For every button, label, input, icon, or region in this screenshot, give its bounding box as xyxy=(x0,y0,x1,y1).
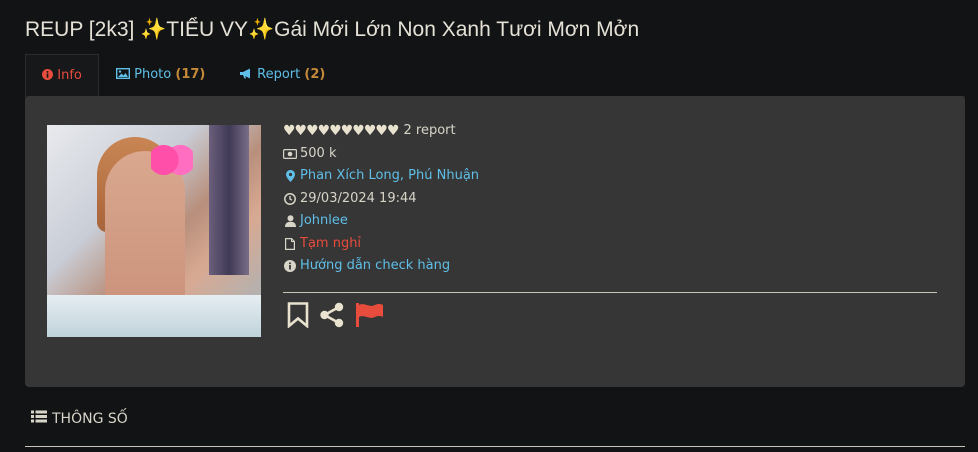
status-row: Tạm nghỉ xyxy=(283,233,937,256)
datetime-row: 29/03/2024 19:44 xyxy=(283,188,937,211)
check-guide-link[interactable]: Hướng dẫn check hàng xyxy=(300,255,450,278)
author-row: Johnlee xyxy=(283,210,937,233)
money-icon xyxy=(283,148,297,159)
listing-photo[interactable] xyxy=(47,125,261,337)
map-marker-icon xyxy=(283,170,297,183)
heart-rating: ♥♥♥♥♥♥♥♥♥♥ xyxy=(283,123,400,139)
tab-photo-label: Photo xyxy=(134,67,172,82)
tab-report-label: Report xyxy=(257,67,301,82)
list-icon xyxy=(31,410,47,427)
tab-photo-count: (17) xyxy=(175,67,206,82)
specs-section-title: THÔNG SỐ xyxy=(52,410,128,427)
specs-section-header: THÔNG SỐ xyxy=(31,410,128,427)
location-link[interactable]: Phan Xích Long, Phú Nhuận xyxy=(300,165,479,188)
tab-photo[interactable]: Photo (17) xyxy=(115,54,206,96)
tab-report-count: (2) xyxy=(304,67,326,82)
action-bar xyxy=(287,302,385,328)
bullhorn-icon xyxy=(239,67,257,82)
section-divider xyxy=(25,446,965,447)
page-title: REUP [2k3] ✨TIỂU VY✨Gái Mới Lớn Non Xanh… xyxy=(25,18,640,41)
status-value: Tạm nghỉ xyxy=(300,235,362,251)
photo-bathtub xyxy=(47,295,261,337)
guide-row: Hướng dẫn check hàng xyxy=(283,255,937,278)
report-count: 2 report xyxy=(403,123,456,138)
info-circle-icon xyxy=(42,68,57,83)
details-divider xyxy=(283,292,937,293)
listing-card: ♥♥♥♥♥♥♥♥♥♥ 2 report 500 k Phan Xích Long… xyxy=(25,96,965,387)
author-link[interactable]: Johnlee xyxy=(300,210,348,233)
price-row: 500 k xyxy=(283,143,937,166)
report-flag-icon[interactable] xyxy=(355,302,385,328)
image-icon xyxy=(115,67,134,82)
location-row: Phan Xích Long, Phú Nhuận xyxy=(283,165,937,188)
listing-details: ♥♥♥♥♥♥♥♥♥♥ 2 report 500 k Phan Xích Long… xyxy=(283,120,937,328)
bookmark-icon[interactable] xyxy=(287,302,309,328)
tab-report[interactable]: Report (2) xyxy=(239,54,325,96)
tab-info[interactable]: Info xyxy=(25,54,99,98)
file-icon xyxy=(283,237,297,250)
share-icon[interactable] xyxy=(319,302,345,328)
tab-info-label: Info xyxy=(57,68,82,83)
butterfly-mask xyxy=(151,145,193,175)
rating-row: ♥♥♥♥♥♥♥♥♥♥ 2 report xyxy=(283,120,937,143)
clock-icon xyxy=(283,192,297,205)
info-icon xyxy=(283,260,297,273)
datetime-value: 29/03/2024 19:44 xyxy=(300,190,417,206)
tab-bar: Info Photo (17) Report (2) xyxy=(25,54,965,98)
user-icon xyxy=(283,215,297,228)
price-value: 500 k xyxy=(300,145,337,161)
photo-curtain xyxy=(209,125,249,275)
